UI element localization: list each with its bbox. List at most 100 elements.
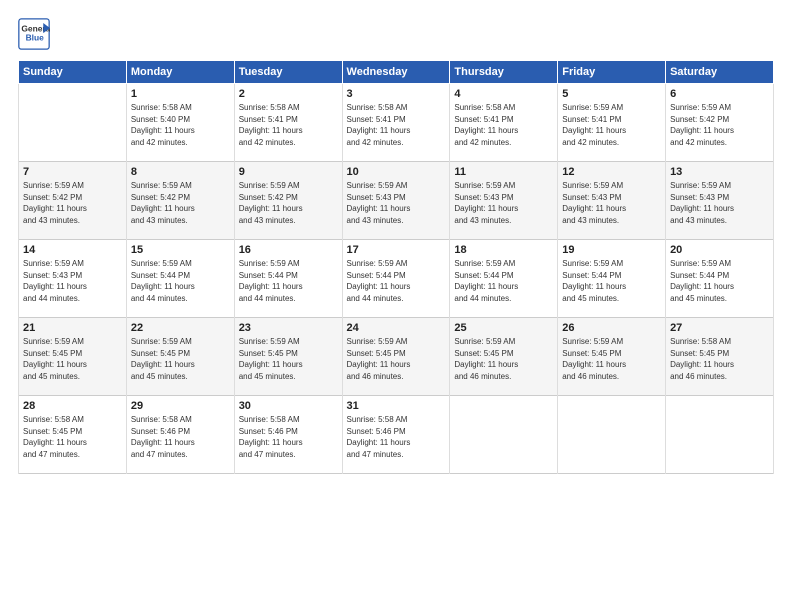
- calendar-cell: 16 Sunrise: 5:59 AM Sunset: 5:44 PM Dayli…: [234, 240, 342, 318]
- day-number: 24: [347, 322, 446, 334]
- day-number: 2: [239, 88, 338, 100]
- header-day: Thursday: [450, 61, 558, 84]
- day-number: 18: [454, 244, 553, 256]
- day-number: 26: [562, 322, 661, 334]
- calendar-cell: 22Sunrise: 5:59 AM Sunset: 5:45 PM Dayli…: [126, 318, 234, 396]
- day-number: 3: [347, 88, 446, 100]
- calendar-cell: [558, 396, 666, 474]
- calendar-cell: 27 Sunrise: 5:58 AM Sunset: 5:45 PM Dayli…: [666, 318, 774, 396]
- day-number: 31: [347, 400, 446, 412]
- calendar-cell: [666, 396, 774, 474]
- cell-sun-info: Sunrise: 5:58 AM Sunset: 5:40 PM Dayligh…: [131, 102, 230, 148]
- cell-sun-info: Sunrise: 5:59 AM Sunset: 5:43 PM Dayligh…: [670, 180, 769, 226]
- calendar-cell: 14Sunrise: 5:59 AM Sunset: 5:43 PM Dayli…: [19, 240, 127, 318]
- cell-sun-info: Sunrise: 5:59 AM Sunset: 5:44 PM Dayligh…: [131, 258, 230, 304]
- calendar-table: SundayMondayTuesdayWednesdayThursdayFrid…: [18, 60, 774, 474]
- cell-sun-info: Sunrise: 5:59 AM Sunset: 5:42 PM Dayligh…: [131, 180, 230, 226]
- header-day: Monday: [126, 61, 234, 84]
- cell-sun-info: Sunrise: 5:58 AM Sunset: 5:41 PM Dayligh…: [454, 102, 553, 148]
- calendar-cell: 12 Sunrise: 5:59 AM Sunset: 5:43 PM Dayli…: [558, 162, 666, 240]
- calendar-cell: 15 Sunrise: 5:59 AM Sunset: 5:44 PM Dayli…: [126, 240, 234, 318]
- calendar-cell: 25Sunrise: 5:59 AM Sunset: 5:45 PM Dayli…: [450, 318, 558, 396]
- calendar-cell: 3Sunrise: 5:58 AM Sunset: 5:41 PM Daylig…: [342, 84, 450, 162]
- cell-sun-info: Sunrise: 5:59 AM Sunset: 5:42 PM Dayligh…: [670, 102, 769, 148]
- header-day: Saturday: [666, 61, 774, 84]
- cell-sun-info: Sunrise: 5:59 AM Sunset: 5:44 PM Dayligh…: [347, 258, 446, 304]
- cell-sun-info: Sunrise: 5:59 AM Sunset: 5:44 PM Dayligh…: [454, 258, 553, 304]
- cell-sun-info: Sunrise: 5:59 AM Sunset: 5:43 PM Dayligh…: [347, 180, 446, 226]
- svg-text:Blue: Blue: [26, 33, 45, 43]
- calendar-week-row: 1 Sunrise: 5:58 AM Sunset: 5:40 PM Daylig…: [19, 84, 774, 162]
- day-number: 6: [670, 88, 769, 100]
- cell-sun-info: Sunrise: 5:58 AM Sunset: 5:45 PM Dayligh…: [670, 336, 769, 382]
- calendar-cell: 4 Sunrise: 5:58 AM Sunset: 5:41 PM Daylig…: [450, 84, 558, 162]
- cell-sun-info: Sunrise: 5:59 AM Sunset: 5:42 PM Dayligh…: [239, 180, 338, 226]
- day-number: 20: [670, 244, 769, 256]
- calendar-cell: [19, 84, 127, 162]
- day-number: 15: [131, 244, 230, 256]
- cell-sun-info: Sunrise: 5:59 AM Sunset: 5:44 PM Dayligh…: [239, 258, 338, 304]
- calendar-cell: 21 Sunrise: 5:59 AM Sunset: 5:45 PM Dayli…: [19, 318, 127, 396]
- calendar-week-row: 7 Sunrise: 5:59 AM Sunset: 5:42 PM Daylig…: [19, 162, 774, 240]
- cell-sun-info: Sunrise: 5:59 AM Sunset: 5:45 PM Dayligh…: [562, 336, 661, 382]
- calendar-cell: 24 Sunrise: 5:59 AM Sunset: 5:45 PM Dayli…: [342, 318, 450, 396]
- day-number: 8: [131, 166, 230, 178]
- header-day: Sunday: [19, 61, 127, 84]
- header-day: Wednesday: [342, 61, 450, 84]
- cell-sun-info: Sunrise: 5:59 AM Sunset: 5:44 PM Dayligh…: [670, 258, 769, 304]
- calendar-cell: 31 Sunrise: 5:58 AM Sunset: 5:46 PM Dayli…: [342, 396, 450, 474]
- calendar-cell: 5 Sunrise: 5:59 AM Sunset: 5:41 PM Daylig…: [558, 84, 666, 162]
- cell-sun-info: Sunrise: 5:59 AM Sunset: 5:43 PM Dayligh…: [562, 180, 661, 226]
- day-number: 4: [454, 88, 553, 100]
- calendar-cell: 20 Sunrise: 5:59 AM Sunset: 5:44 PM Dayli…: [666, 240, 774, 318]
- calendar-cell: 7 Sunrise: 5:59 AM Sunset: 5:42 PM Daylig…: [19, 162, 127, 240]
- calendar-cell: 17 Sunrise: 5:59 AM Sunset: 5:44 PM Dayli…: [342, 240, 450, 318]
- calendar-cell: 30Sunrise: 5:58 AM Sunset: 5:46 PM Dayli…: [234, 396, 342, 474]
- calendar-cell: 9 Sunrise: 5:59 AM Sunset: 5:42 PM Daylig…: [234, 162, 342, 240]
- day-number: 7: [23, 166, 122, 178]
- calendar-week-row: 28 Sunrise: 5:58 AM Sunset: 5:45 PM Dayli…: [19, 396, 774, 474]
- calendar-cell: [450, 396, 558, 474]
- calendar-cell: 26 Sunrise: 5:59 AM Sunset: 5:45 PM Dayli…: [558, 318, 666, 396]
- cell-sun-info: Sunrise: 5:59 AM Sunset: 5:45 PM Dayligh…: [131, 336, 230, 382]
- day-number: 19: [562, 244, 661, 256]
- day-number: 11: [454, 166, 553, 178]
- logo: General Blue: [18, 18, 54, 50]
- calendar-cell: 1 Sunrise: 5:58 AM Sunset: 5:40 PM Daylig…: [126, 84, 234, 162]
- calendar-week-row: 14Sunrise: 5:59 AM Sunset: 5:43 PM Dayli…: [19, 240, 774, 318]
- calendar-cell: 28 Sunrise: 5:58 AM Sunset: 5:45 PM Dayli…: [19, 396, 127, 474]
- day-number: 16: [239, 244, 338, 256]
- day-number: 27: [670, 322, 769, 334]
- calendar-cell: 8 Sunrise: 5:59 AM Sunset: 5:42 PM Daylig…: [126, 162, 234, 240]
- header-day: Friday: [558, 61, 666, 84]
- calendar-cell: 29 Sunrise: 5:58 AM Sunset: 5:46 PM Dayli…: [126, 396, 234, 474]
- cell-sun-info: Sunrise: 5:58 AM Sunset: 5:46 PM Dayligh…: [347, 414, 446, 460]
- calendar-week-row: 21 Sunrise: 5:59 AM Sunset: 5:45 PM Dayli…: [19, 318, 774, 396]
- day-number: 28: [23, 400, 122, 412]
- cell-sun-info: Sunrise: 5:59 AM Sunset: 5:41 PM Dayligh…: [562, 102, 661, 148]
- cell-sun-info: Sunrise: 5:59 AM Sunset: 5:44 PM Dayligh…: [562, 258, 661, 304]
- calendar-cell: 10Sunrise: 5:59 AM Sunset: 5:43 PM Dayli…: [342, 162, 450, 240]
- logo-icon: General Blue: [18, 18, 50, 50]
- calendar-cell: 23 Sunrise: 5:59 AM Sunset: 5:45 PM Dayli…: [234, 318, 342, 396]
- cell-sun-info: Sunrise: 5:58 AM Sunset: 5:46 PM Dayligh…: [131, 414, 230, 460]
- day-number: 17: [347, 244, 446, 256]
- cell-sun-info: Sunrise: 5:59 AM Sunset: 5:45 PM Dayligh…: [239, 336, 338, 382]
- day-number: 12: [562, 166, 661, 178]
- day-number: 9: [239, 166, 338, 178]
- day-number: 13: [670, 166, 769, 178]
- cell-sun-info: Sunrise: 5:59 AM Sunset: 5:45 PM Dayligh…: [23, 336, 122, 382]
- day-number: 5: [562, 88, 661, 100]
- cell-sun-info: Sunrise: 5:59 AM Sunset: 5:42 PM Dayligh…: [23, 180, 122, 226]
- cell-sun-info: Sunrise: 5:58 AM Sunset: 5:41 PM Dayligh…: [239, 102, 338, 148]
- day-number: 29: [131, 400, 230, 412]
- day-number: 14: [23, 244, 122, 256]
- day-number: 21: [23, 322, 122, 334]
- cell-sun-info: Sunrise: 5:59 AM Sunset: 5:45 PM Dayligh…: [347, 336, 446, 382]
- day-number: 30: [239, 400, 338, 412]
- day-number: 23: [239, 322, 338, 334]
- page-header: General Blue: [18, 18, 774, 50]
- calendar-cell: 18 Sunrise: 5:59 AM Sunset: 5:44 PM Dayli…: [450, 240, 558, 318]
- cell-sun-info: Sunrise: 5:58 AM Sunset: 5:45 PM Dayligh…: [23, 414, 122, 460]
- day-number: 1: [131, 88, 230, 100]
